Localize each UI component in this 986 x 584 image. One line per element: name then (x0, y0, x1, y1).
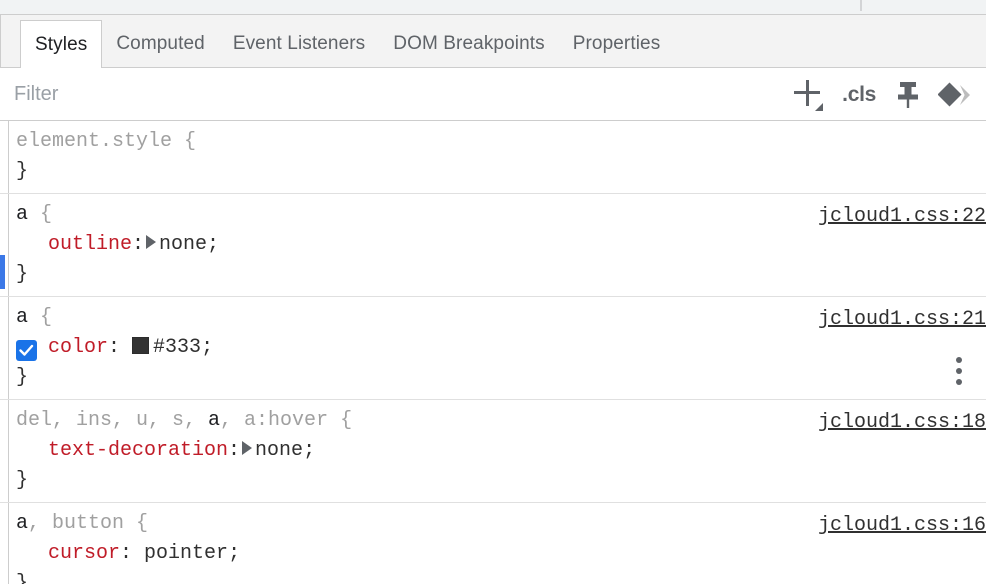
selector-part: , button { (28, 512, 149, 535)
declaration-space (132, 542, 144, 565)
selector-part-matched: a (16, 306, 29, 329)
stylesheet-source-link[interactable]: jcloud1.css:21 (818, 305, 986, 335)
element-classes-button[interactable]: .cls (840, 81, 878, 109)
styles-toolbar: .cls (0, 68, 986, 121)
tab-properties[interactable]: Properties (559, 20, 675, 67)
declaration-enabled-checkbox[interactable] (16, 340, 37, 361)
css-rule[interactable]: element.style {} (0, 121, 986, 194)
declaration-semicolon: ; (207, 233, 220, 256)
stylesheet-source-link[interactable]: jcloud1.css:16 (818, 511, 986, 541)
css-rule[interactable]: a {jcloud1.css:21 color: #333;} (0, 297, 986, 400)
tab-event-listeners[interactable]: Event Listeners (219, 20, 379, 67)
expand-shorthand-arrow-icon[interactable] (242, 441, 253, 456)
declaration-semicolon: ; (303, 439, 316, 462)
color-swatch[interactable] (132, 337, 150, 354)
stylesheet-source-link[interactable]: jcloud1.css:18 (818, 408, 986, 438)
css-declaration[interactable]: outline: none; (0, 230, 986, 260)
scroll-position-indicator[interactable] (0, 255, 5, 289)
filter-input[interactable] (14, 68, 714, 121)
declaration-colon: : (120, 542, 133, 565)
css-rule[interactable]: a { jcloud1.css:22 outline: none;} (0, 194, 986, 297)
rule-closing-brace: } (16, 469, 29, 492)
stylesheet-source-link[interactable]: jcloud1.css:22 (818, 202, 986, 232)
tab-styles[interactable]: Styles (20, 20, 103, 68)
tabbar-left-edge (0, 15, 1, 68)
declaration-property[interactable]: color (48, 336, 108, 359)
layers-icon-svg (938, 81, 970, 107)
rule-closing-brace: } (16, 572, 29, 584)
declaration-value[interactable]: none (159, 233, 207, 256)
declaration-space (120, 336, 132, 359)
rule-closing-brace: } (16, 263, 29, 286)
new-style-rule-button[interactable] (790, 78, 824, 112)
selector-part-matched: a (208, 409, 221, 432)
declaration-value[interactable]: pointer (144, 542, 228, 565)
ghost-divider (860, 0, 862, 11)
css-rules-list[interactable]: element.style {} a {jcloud1.css:22 outline… (0, 121, 986, 584)
selector-text: element.style { (16, 130, 197, 153)
declaration-property[interactable]: outline (48, 233, 132, 256)
selector-part-matched: a (16, 203, 29, 226)
declaration-property[interactable]: cursor (48, 542, 120, 565)
declaration-colon: : (228, 439, 241, 462)
check-icon (19, 344, 34, 356)
tab-computed[interactable]: Computed (102, 20, 218, 67)
declaration-property[interactable]: text-decoration (48, 439, 228, 462)
rule-selector[interactable]: element.style { (0, 127, 986, 157)
toolbar-actions: .cls (790, 68, 974, 121)
panel-tabbar: Styles Computed Event Listeners DOM Breakpo… (0, 15, 986, 68)
declaration-value[interactable]: #333 (153, 336, 201, 359)
pin-icon-svg (898, 81, 918, 108)
rule-closing-brace: } (16, 366, 29, 389)
css-rule[interactable]: del, ins, u, s, a, a:hover { jcloud1.css:… (0, 400, 986, 503)
more-options-icon[interactable] (956, 357, 964, 387)
rule-closing-brace: } (16, 160, 29, 183)
top-cutoff-strip (0, 0, 986, 15)
tab-list: Styles Computed Event Listeners DOM Breakpo… (20, 20, 675, 68)
pin-icon[interactable] (894, 79, 922, 111)
tab-dom-breakpoints[interactable]: DOM Breakpoints (379, 20, 558, 67)
selector-part-matched: a (16, 512, 29, 535)
chevron-down-icon (815, 102, 824, 111)
computed-styles-sidebar-icon[interactable] (938, 80, 974, 110)
css-declaration[interactable]: cursor: pointer; (0, 539, 986, 569)
selector-part: , a:hover { (220, 409, 353, 432)
selector-part: { (28, 306, 53, 329)
declaration-colon: : (108, 336, 121, 359)
declaration-semicolon: ; (201, 336, 214, 359)
devtools-styles-panel: Styles Computed Event Listeners DOM Breakpo… (0, 0, 986, 584)
ghost-icon (896, 1, 908, 10)
expand-shorthand-arrow-icon[interactable] (146, 235, 157, 250)
declaration-colon: : (132, 233, 145, 256)
css-declaration[interactable]: text-decoration: none; (0, 436, 986, 466)
css-rule[interactable]: a, button {jcloud1.css:16 cursor: pointer… (0, 503, 986, 584)
declaration-semicolon: ; (228, 542, 241, 565)
selector-part: del, ins, u, s, (16, 409, 209, 432)
declaration-value[interactable]: none (255, 439, 303, 462)
selector-part: { (28, 203, 53, 226)
css-declaration[interactable]: color: #333; (0, 333, 986, 363)
